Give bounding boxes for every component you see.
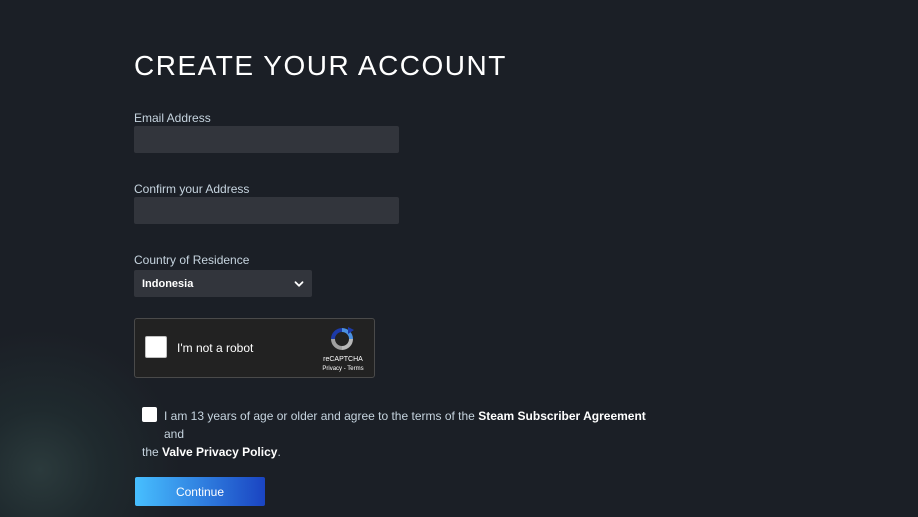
continue-button[interactable]: Continue [135,477,265,506]
subscriber-agreement-link[interactable]: Steam Subscriber Agreement [478,409,646,423]
country-label: Country of Residence [134,253,250,267]
agreement-text: I am 13 years of age or older and agree … [142,407,662,461]
privacy-policy-link[interactable]: Valve Privacy Policy [162,445,277,459]
recaptcha-terms-link[interactable]: Terms [347,366,363,372]
recaptcha-brand: reCAPTCHA [323,356,363,363]
recaptcha-label: I'm not a robot [177,341,254,355]
agreement-text-end: . [277,445,281,459]
agreement-text-the: the [142,445,163,459]
email-field[interactable] [134,126,399,153]
country-select[interactable]: Indonesia [134,270,312,297]
recaptcha-links: Privacy - Terms [317,366,369,372]
agreement-text-and: and [164,427,185,441]
recaptcha-privacy-link[interactable]: Privacy [322,366,342,372]
email-label: Email Address [134,111,211,125]
confirm-email-label: Confirm your Address [134,182,250,196]
country-selected-value: Indonesia [142,277,194,290]
page-title: CREATE YOUR ACCOUNT [134,50,507,81]
recaptcha-logo-icon [328,325,356,353]
recaptcha-checkbox[interactable] [145,336,167,358]
chevron-down-icon [294,279,304,289]
create-account-page: CREATE YOUR ACCOUNT Email Address Confir… [0,0,918,517]
confirm-email-field[interactable] [134,197,399,224]
recaptcha-widget: I'm not a robot reCAPTCHA Privacy - Term… [134,318,375,378]
agreement-text-before: I am 13 years of age or older and agree … [164,409,479,423]
